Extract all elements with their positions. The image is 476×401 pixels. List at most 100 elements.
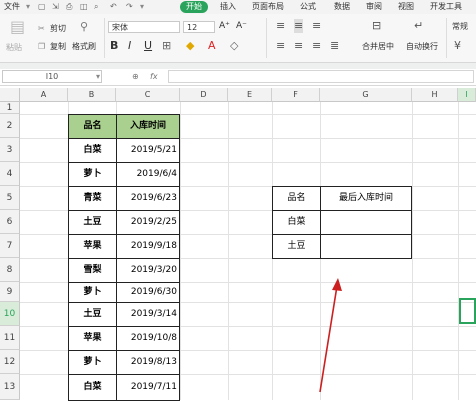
row-header-13[interactable]: 13: [0, 374, 20, 400]
table-cell-date[interactable]: 2019/7/11: [116, 374, 180, 401]
align-bottom-icon[interactable]: ≡: [312, 19, 321, 33]
header-cell-product[interactable]: 品名: [68, 114, 117, 139]
row-header-12[interactable]: 12: [0, 350, 20, 374]
table-cell-date[interactable]: 2019/3/20: [116, 258, 180, 283]
table-cell-product[interactable]: 萝卜: [68, 350, 117, 375]
clear-format-icon[interactable]: ◇: [230, 39, 238, 53]
column-header-b[interactable]: B: [68, 88, 116, 102]
search-icon[interactable]: ⌕: [94, 1, 98, 13]
header-cell-stock-date[interactable]: 入库时间: [116, 114, 180, 139]
table-cell-date[interactable]: 2019/9/18: [116, 234, 180, 259]
summary-cell-last-date[interactable]: [320, 234, 412, 259]
save-icon[interactable]: ▢: [38, 1, 46, 13]
column-header-e[interactable]: E: [228, 88, 272, 102]
table-cell-date[interactable]: 2019/6/23: [116, 186, 180, 211]
chevron-down-icon[interactable]: ▾: [140, 1, 144, 13]
underline-button[interactable]: U: [144, 39, 152, 53]
tab-page-layout[interactable]: 页面布局: [252, 1, 284, 13]
wrap-text-icon[interactable]: ↵: [414, 19, 423, 33]
row-header-2[interactable]: 2: [0, 114, 20, 138]
row-header-5[interactable]: 5: [0, 186, 20, 210]
fill-color-icon[interactable]: ◆: [186, 39, 194, 53]
zoom-icon[interactable]: ⊕: [132, 71, 139, 82]
font-size-select[interactable]: 12: [183, 21, 215, 33]
summary-cell-last-date[interactable]: [320, 210, 412, 235]
table-cell-date[interactable]: 2019/2/25: [116, 210, 180, 235]
number-format-select[interactable]: 常规: [452, 21, 468, 32]
table-cell-product[interactable]: 青菜: [68, 186, 117, 211]
column-header-h[interactable]: H: [412, 88, 458, 102]
align-middle-icon[interactable]: ≡: [294, 19, 304, 33]
italic-button[interactable]: I: [128, 39, 131, 53]
grow-font-icon[interactable]: A⁺: [219, 21, 230, 32]
table-cell-date[interactable]: 2019/3/14: [116, 302, 180, 327]
align-right-icon[interactable]: ≡: [312, 39, 321, 53]
fx-button[interactable]: fx: [150, 71, 158, 82]
column-header-g[interactable]: G: [320, 88, 412, 102]
tab-insert[interactable]: 插入: [220, 1, 236, 13]
table-cell-date[interactable]: 2019/6/4: [116, 162, 180, 187]
undo-icon[interactable]: ↶: [110, 1, 117, 13]
table-cell-product[interactable]: 苹果: [68, 234, 117, 259]
row-header-1[interactable]: 1: [0, 102, 20, 114]
column-header-c[interactable]: C: [116, 88, 180, 102]
format-painter-icon[interactable]: ⚲: [80, 20, 88, 34]
table-cell-product[interactable]: 白菜: [68, 138, 117, 163]
summary-header-last-date[interactable]: 最后入库时间: [320, 186, 412, 211]
table-cell-date[interactable]: 2019/10/8: [116, 326, 180, 351]
row-header-8[interactable]: 8: [0, 258, 20, 282]
tab-review[interactable]: 审阅: [366, 1, 382, 13]
format-painter-button[interactable]: 格式刷: [72, 41, 96, 52]
align-center-icon[interactable]: ≡: [294, 39, 303, 53]
border-icon[interactable]: ⊞: [162, 39, 171, 53]
table-cell-product[interactable]: 土豆: [68, 210, 117, 235]
align-top-icon[interactable]: ≡: [276, 19, 285, 33]
summary-header-product[interactable]: 品名: [272, 186, 321, 211]
chevron-down-icon[interactable]: ▾: [96, 71, 100, 82]
paste-icon[interactable]: ▤: [10, 19, 25, 35]
export-icon[interactable]: ⇲: [52, 1, 59, 13]
select-all-corner[interactable]: [0, 88, 20, 102]
merge-center-button[interactable]: 合并居中: [362, 41, 394, 52]
font-color-icon[interactable]: A: [208, 39, 216, 53]
bold-button[interactable]: B: [110, 39, 118, 53]
row-header-10[interactable]: 10: [0, 302, 20, 326]
paste-button[interactable]: 粘贴: [6, 42, 22, 53]
table-cell-date[interactable]: 2019/8/13: [116, 350, 180, 375]
summary-cell-product[interactable]: 白菜: [272, 210, 321, 235]
table-cell-product[interactable]: 雪梨: [68, 258, 117, 283]
tab-data[interactable]: 数据: [334, 1, 350, 13]
align-left-icon[interactable]: ≡: [276, 39, 285, 53]
summary-cell-product[interactable]: 土豆: [272, 234, 321, 259]
row-header-3[interactable]: 3: [0, 138, 20, 162]
formula-input[interactable]: [168, 70, 474, 83]
table-cell-product[interactable]: 白菜: [68, 374, 117, 401]
table-cell-product[interactable]: 萝卜: [68, 282, 117, 303]
font-name-select[interactable]: 宋体: [108, 21, 180, 33]
name-box[interactable]: I10: [2, 70, 102, 83]
merge-icon[interactable]: ⊟: [372, 19, 381, 33]
currency-icon[interactable]: ¥: [454, 39, 461, 53]
table-cell-date[interactable]: 2019/6/30: [116, 282, 180, 303]
preview-icon[interactable]: ◫: [80, 1, 88, 13]
column-header-f[interactable]: F: [272, 88, 320, 102]
copy-button[interactable]: 复制: [50, 41, 66, 52]
tab-view[interactable]: 视图: [398, 1, 414, 13]
tab-developer[interactable]: 开发工具: [430, 1, 462, 13]
file-menu[interactable]: 文件: [4, 1, 20, 13]
column-header-a[interactable]: A: [20, 88, 68, 102]
table-cell-product[interactable]: 土豆: [68, 302, 117, 327]
selected-cell-i10[interactable]: [459, 298, 476, 324]
row-header-7[interactable]: 7: [0, 234, 20, 258]
column-header-d[interactable]: D: [180, 88, 228, 102]
table-cell-product[interactable]: 苹果: [68, 326, 117, 351]
row-header-11[interactable]: 11: [0, 326, 20, 350]
cut-icon[interactable]: ✂: [38, 23, 45, 34]
copy-icon[interactable]: ❐: [38, 41, 45, 52]
row-header-4[interactable]: 4: [0, 162, 20, 186]
tab-formulas[interactable]: 公式: [300, 1, 316, 13]
column-header-i[interactable]: I: [458, 88, 476, 102]
print-icon[interactable]: ⎙: [66, 1, 72, 13]
tab-home[interactable]: 开始: [180, 1, 208, 13]
table-cell-product[interactable]: 萝卜: [68, 162, 117, 187]
